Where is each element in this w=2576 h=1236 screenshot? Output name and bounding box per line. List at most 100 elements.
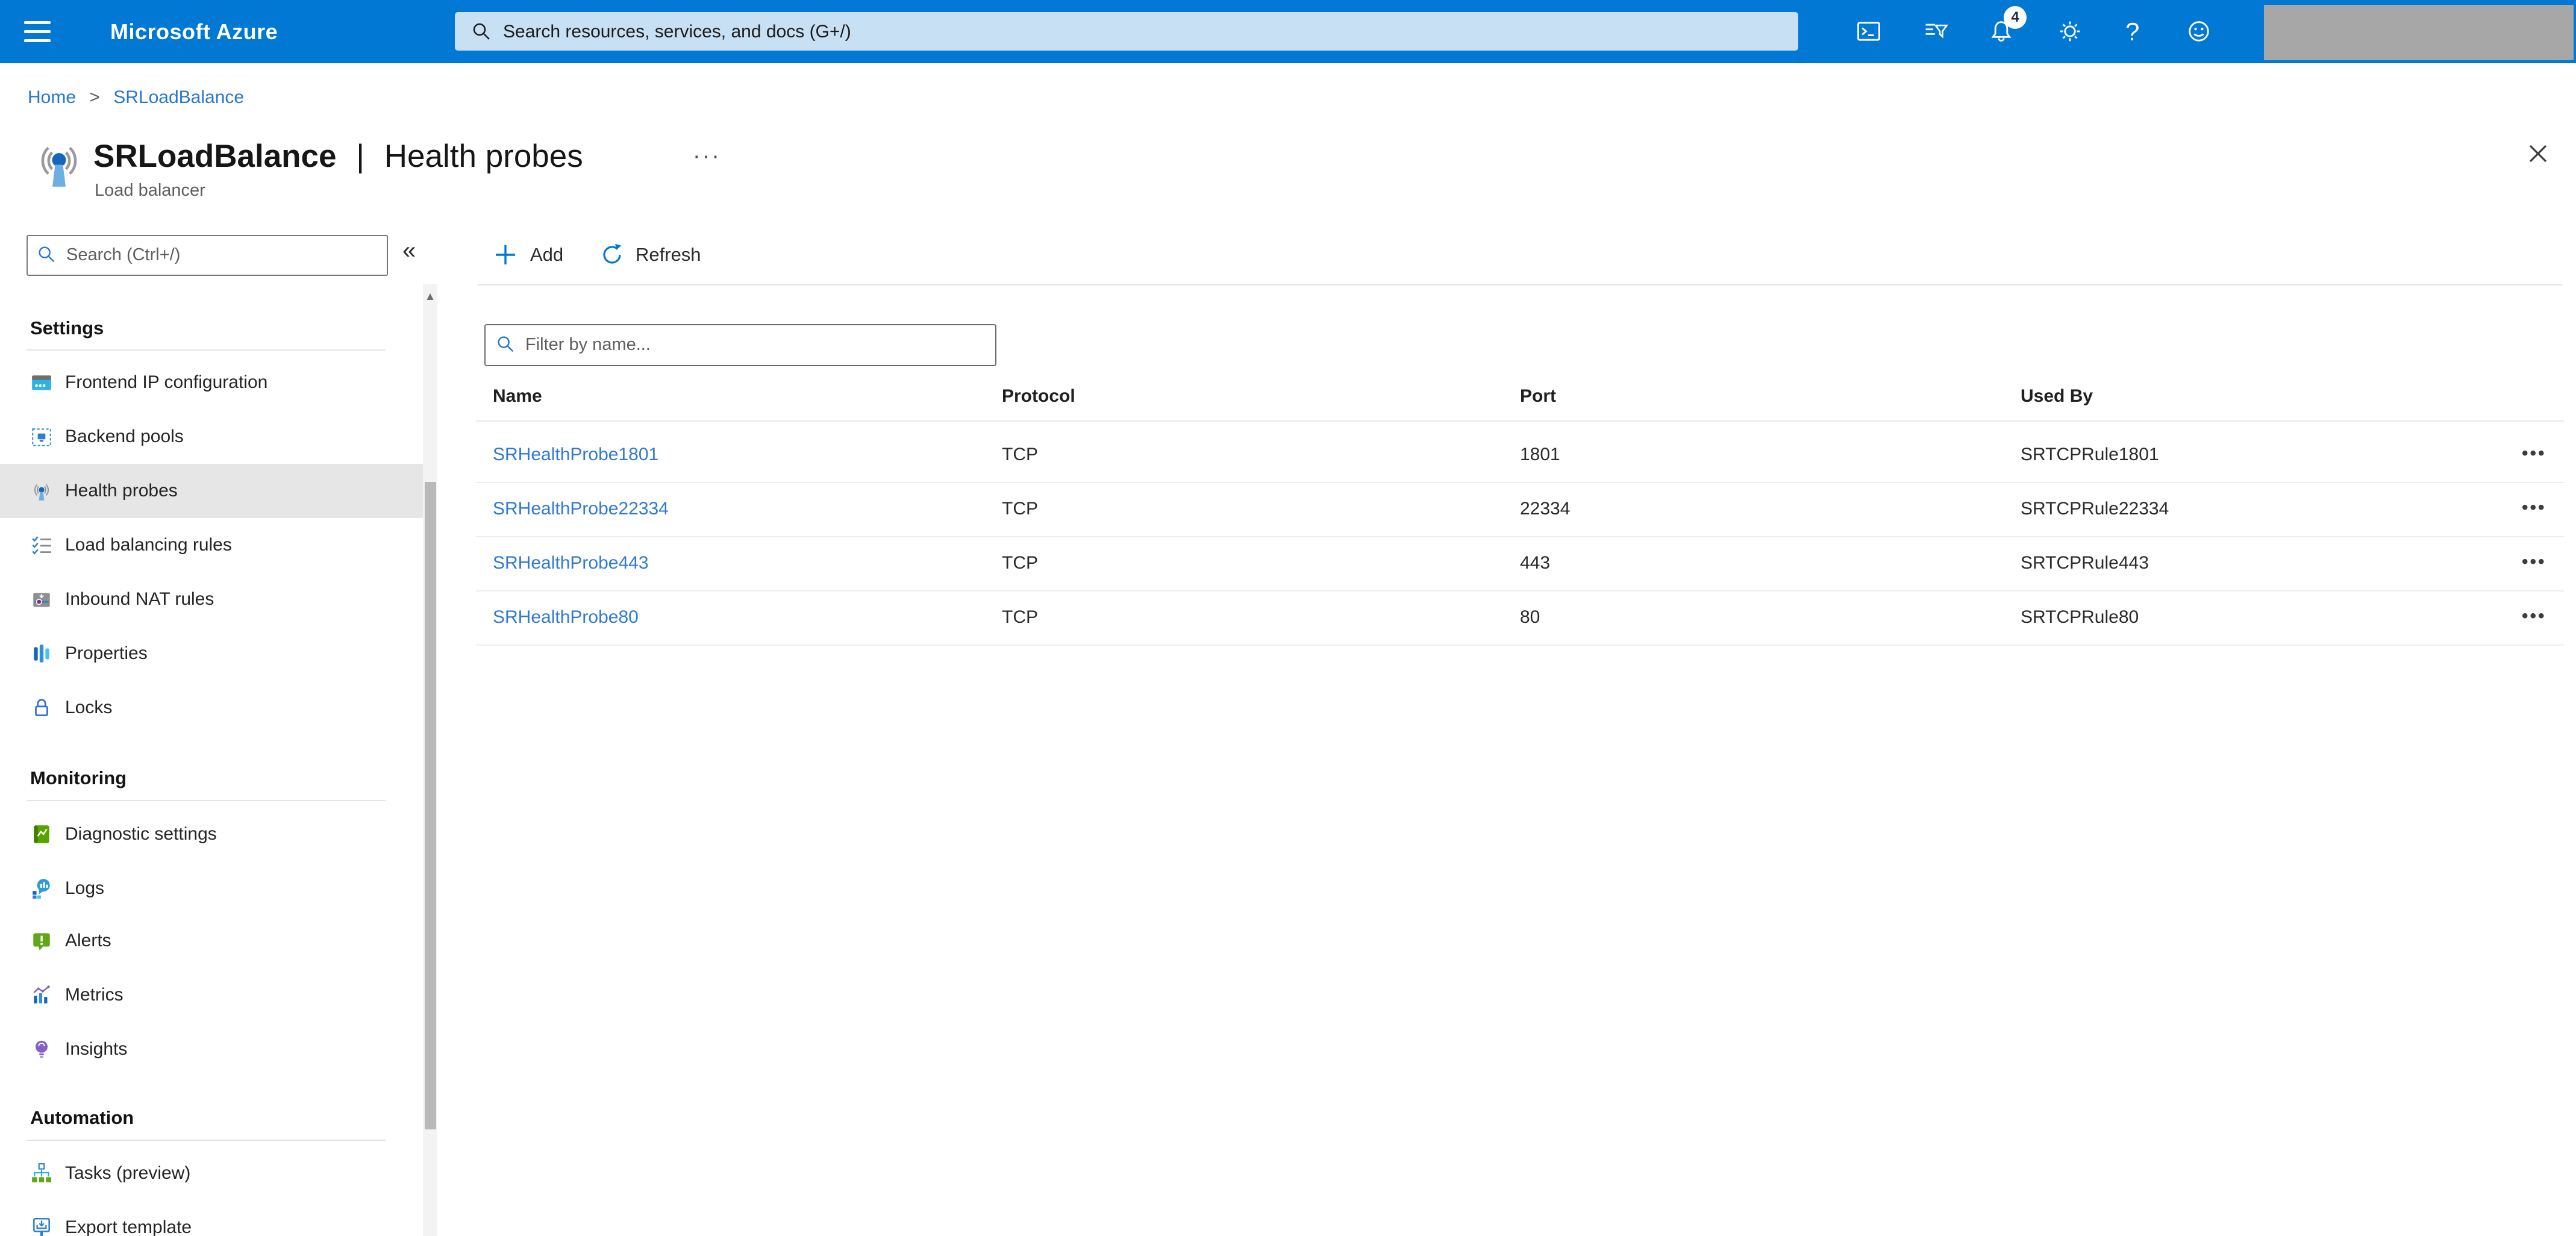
row-menu-icon[interactable]: ••• <box>2522 536 2546 590</box>
table-row: SRHealthProbe22334 TCP 22334 SRTCPRule22… <box>476 482 2564 537</box>
refresh-button[interactable]: Refresh <box>599 236 701 273</box>
sidebar-search-input[interactable] <box>65 236 381 273</box>
section-divider <box>27 349 386 351</box>
help-icon[interactable]: ? <box>2125 0 2139 63</box>
search-icon <box>473 23 490 40</box>
section-title-automation: Automation <box>30 1107 134 1128</box>
title-separator: | <box>356 139 365 174</box>
table-header-row: Name Protocol Port Used By <box>476 378 2564 422</box>
insights-icon <box>30 1038 53 1061</box>
sidebar-item-load-balancing-rules[interactable]: Load balancing rules <box>0 518 423 572</box>
sidebar-item-logs[interactable]: Logs <box>0 861 423 916</box>
probe-name-link[interactable]: SRHealthProbe22334 <box>493 499 669 519</box>
plus-icon <box>496 245 515 264</box>
column-header-used-by[interactable]: Used By <box>2021 378 2093 420</box>
portal-menu-icon[interactable] <box>24 20 51 44</box>
section-divider <box>27 1140 386 1141</box>
global-search-input[interactable] <box>502 12 1787 52</box>
sidebar-scrollbar-thumb[interactable] <box>425 482 436 1129</box>
inbound-nat-rules-icon <box>30 588 53 611</box>
breadcrumb-home-link[interactable]: Home <box>28 87 76 107</box>
probe-port: 443 <box>1520 553 1551 573</box>
breadcrumb-resource-link[interactable]: SRLoadBalance <box>113 87 244 107</box>
load-balancing-rules-icon <box>30 534 53 557</box>
breadcrumb: Home > SRLoadBalance <box>28 84 244 111</box>
metrics-icon <box>30 984 53 1007</box>
resource-name: SRLoadBalance <box>93 139 337 174</box>
diagnostic-settings-icon <box>30 823 53 846</box>
notification-badge: 4 <box>2004 6 2027 29</box>
sidebar-item-health-probes[interactable]: Health probes <box>0 464 423 518</box>
sidebar-item-frontend-ip-configuration[interactable]: Frontend IP configuration <box>0 355 423 410</box>
logs-icon <box>30 877 53 900</box>
alerts-icon <box>30 929 53 952</box>
scroll-up-arrow-icon[interactable]: ▲ <box>423 290 437 304</box>
probe-name-link[interactable]: SRHealthProbe1801 <box>493 445 658 464</box>
probe-port: 80 <box>1520 607 1540 627</box>
refresh-button-label: Refresh <box>636 244 701 265</box>
sidebar-item-alerts[interactable]: Alerts <box>0 914 423 968</box>
probe-protocol: TCP <box>1002 607 1038 627</box>
page-title: SRLoadBalance | Health probes <box>93 137 583 176</box>
load-balancer-icon <box>41 146 77 187</box>
add-button[interactable]: Add <box>493 236 563 273</box>
column-header-port[interactable]: Port <box>1520 378 1556 420</box>
azure-portal-screen: Microsoft Azure 4 <box>0 0 2576 1236</box>
resource-type-label: Load balancer <box>95 181 205 200</box>
section-title-monitoring: Monitoring <box>30 767 127 788</box>
row-menu-icon[interactable]: ••• <box>2522 482 2546 536</box>
export-template-icon <box>30 1216 53 1236</box>
cloud-shell-icon[interactable] <box>1854 17 1883 46</box>
probe-protocol: TCP <box>1002 499 1038 519</box>
sidebar-item-export-template[interactable]: Export template <box>0 1200 423 1236</box>
section-title-settings: Settings <box>30 317 104 339</box>
sidebar-item-backend-pools[interactable]: Backend pools <box>0 410 423 464</box>
search-icon <box>498 336 514 352</box>
filter-input[interactable] <box>524 325 984 364</box>
feedback-smiley-icon[interactable] <box>2184 17 2213 46</box>
backend-pools-icon <box>30 425 53 448</box>
refresh-icon <box>603 244 621 264</box>
probe-used-by: SRTCPRule22334 <box>2021 499 2169 519</box>
probe-name-link[interactable]: SRHealthProbe443 <box>493 553 649 573</box>
more-options-icon[interactable]: ··· <box>693 143 721 169</box>
row-menu-icon[interactable]: ••• <box>2522 590 2546 645</box>
sidebar-search[interactable] <box>27 235 388 276</box>
column-header-protocol[interactable]: Protocol <box>1002 378 1075 420</box>
brand-title[interactable]: Microsoft Azure <box>110 0 278 63</box>
table-row: SRHealthProbe80 TCP 80 SRTCPRule80 ••• <box>476 590 2564 646</box>
table-row: SRHealthProbe443 TCP 443 SRTCPRule443 ••… <box>476 536 2564 591</box>
probe-used-by: SRTCPRule80 <box>2021 607 2139 627</box>
sidebar-item-diagnostic-settings[interactable]: Diagnostic settings <box>0 807 423 861</box>
probe-used-by: SRTCPRule443 <box>2021 553 2149 573</box>
breadcrumb-separator: > <box>89 87 100 107</box>
sidebar-item-inbound-nat-rules[interactable]: Inbound NAT rules <box>0 572 423 626</box>
directory-filter-icon[interactable] <box>1922 17 1951 46</box>
collapse-sidebar-icon[interactable]: « <box>402 237 416 264</box>
sidebar-item-metrics[interactable]: Metrics <box>0 968 423 1022</box>
account-info-redacted <box>2264 5 2574 60</box>
probe-port: 1801 <box>1520 445 1560 464</box>
close-icon[interactable] <box>2523 139 2553 169</box>
column-header-name[interactable]: Name <box>493 378 542 420</box>
sidebar-item-insights[interactable]: Insights <box>0 1022 423 1076</box>
probe-used-by: SRTCPRule1801 <box>2021 445 2159 464</box>
lock-icon <box>30 696 53 719</box>
sidebar-item-locks[interactable]: Locks <box>0 681 423 735</box>
table-row: SRHealthProbe1801 TCP 1801 SRTCPRule1801… <box>476 428 2564 483</box>
frontend-ip-configuration-icon <box>30 371 53 394</box>
probe-protocol: TCP <box>1002 445 1038 464</box>
health-probes-icon <box>30 479 53 502</box>
sidebar-item-tasks-preview[interactable]: Tasks (preview) <box>0 1146 423 1200</box>
filter-box[interactable] <box>484 324 996 366</box>
probe-name-link[interactable]: SRHealthProbe80 <box>493 607 639 627</box>
tasks-icon <box>30 1162 53 1185</box>
top-bar: Microsoft Azure 4 <box>0 0 2576 63</box>
global-search[interactable] <box>455 12 1798 52</box>
row-menu-icon[interactable]: ••• <box>2522 428 2546 482</box>
probe-port: 22334 <box>1520 499 1571 519</box>
settings-gear-icon[interactable] <box>2055 17 2084 46</box>
sidebar-item-properties[interactable]: Properties <box>0 626 423 681</box>
properties-icon <box>30 642 53 665</box>
search-icon <box>39 246 55 263</box>
